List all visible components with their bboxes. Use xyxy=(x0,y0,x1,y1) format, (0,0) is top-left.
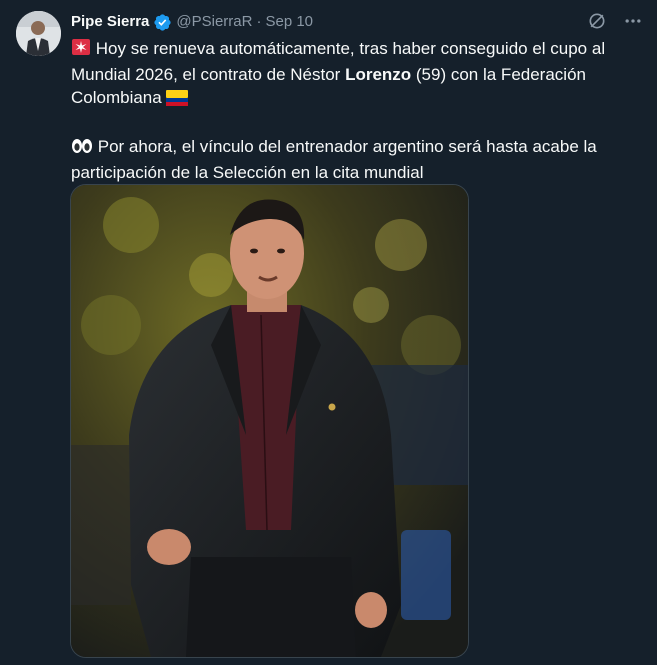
more-options-icon[interactable] xyxy=(621,9,645,33)
tweet-text-bold: Lorenzo xyxy=(345,65,412,84)
verified-badge-icon xyxy=(153,13,172,32)
tweet-date[interactable]: Sep 10 xyxy=(265,12,313,32)
avatar-image xyxy=(16,11,61,56)
tweet-header: Pipe Sierra @PSierraR · Sep 10 xyxy=(71,11,313,33)
tweet-actions-top xyxy=(585,9,645,33)
avatar[interactable] xyxy=(16,11,61,56)
eyes-emoji xyxy=(71,137,93,161)
author-handle[interactable]: @PSierraR xyxy=(176,12,252,32)
siren-emoji xyxy=(71,37,91,63)
tweet-paragraph-1: Hoy se renueva automáticamente, tras hab… xyxy=(71,37,641,112)
author-name[interactable]: Pipe Sierra xyxy=(71,12,149,32)
colombia-flag-emoji xyxy=(166,89,189,112)
tweet-text-para2: Por ahora, el vínculo del entrenador arg… xyxy=(71,137,597,182)
separator: · xyxy=(256,13,262,30)
tweet-photo[interactable] xyxy=(70,184,469,658)
tweet-paragraph-2: Por ahora, el vínculo del entrenador arg… xyxy=(71,135,641,184)
grok-icon[interactable] xyxy=(585,9,609,33)
tweet[interactable]: Pipe Sierra @PSierraR · Sep 10 Hoy se re… xyxy=(0,0,657,665)
tweet-text: Hoy se renueva automáticamente, tras hab… xyxy=(71,37,641,184)
photo-coach xyxy=(71,185,468,657)
